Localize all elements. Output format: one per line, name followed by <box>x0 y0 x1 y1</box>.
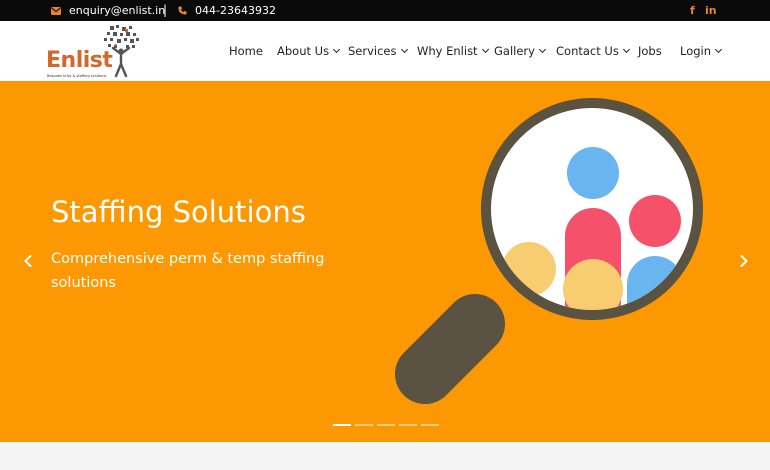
facebook-icon[interactable]: f <box>690 4 695 17</box>
contact-separator: | <box>163 3 168 17</box>
magnifier-people-illustration <box>395 98 703 404</box>
nav-services-label: Services <box>348 44 397 58</box>
chevron-down-icon <box>400 45 408 54</box>
nav-gallery[interactable]: Gallery <box>494 44 547 58</box>
nav-gallery-label: Gallery <box>494 44 535 58</box>
carousel-indicator-5[interactable] <box>421 424 439 426</box>
carousel-indicators <box>333 424 439 426</box>
chevron-down-icon <box>481 45 489 54</box>
envelope-icon <box>51 6 61 15</box>
chevron-left-icon <box>24 255 32 267</box>
carousel-indicator-1[interactable] <box>333 424 351 426</box>
nav-contact-us[interactable]: Contact Us <box>556 44 630 58</box>
nav-about-us-label: About Us <box>277 44 330 58</box>
email-contact[interactable]: enquiry@enlist.in <box>51 4 165 17</box>
nav-home-label: Home <box>229 44 263 58</box>
linkedin-icon[interactable]: in <box>705 4 717 17</box>
nav-services[interactable]: Services <box>348 44 408 58</box>
nav-about-us[interactable]: About Us <box>277 44 341 58</box>
carousel-indicator-3[interactable] <box>377 424 395 426</box>
person-head-blue <box>567 147 619 199</box>
nav-contact-us-label: Contact Us <box>556 44 619 58</box>
below-hero-section <box>0 442 770 470</box>
nav-why-enlist-label: Why Enlist <box>417 44 478 58</box>
chevron-down-icon <box>538 45 547 54</box>
nav-login-label: Login <box>680 44 712 58</box>
person-head-pink <box>629 195 681 247</box>
main-navbar: Enlist Bespoke hr&e & staffing solutions… <box>0 21 770 81</box>
logo-wordmark: Enlist <box>46 48 113 73</box>
nav-home[interactable]: Home <box>229 44 263 58</box>
hero-carousel: Staffing Solutions Comprehensive perm & … <box>0 81 770 442</box>
enlist-logo[interactable]: Enlist Bespoke hr&e & staffing solutions <box>46 24 142 78</box>
carousel-indicator-2[interactable] <box>355 424 373 426</box>
magnifier-handle <box>395 294 505 404</box>
phone-text[interactable]: 044-23643932 <box>195 4 276 17</box>
logo-tagline: Bespoke hr&e & staffing solutions <box>47 74 107 78</box>
carousel-next-button[interactable] <box>736 253 752 269</box>
carousel-prev-button[interactable] <box>20 253 36 269</box>
phone-icon <box>178 6 187 15</box>
hero-title: Staffing Solutions <box>51 195 306 229</box>
chevron-right-icon <box>740 255 748 267</box>
top-contact-bar: enquiry@enlist.in | 044-23643932 f in <box>0 0 770 21</box>
hero-subtitle: Comprehensive perm & temp staffing solut… <box>51 251 325 291</box>
chevron-down-icon <box>714 45 723 54</box>
carousel-indicator-4[interactable] <box>399 424 417 426</box>
email-text[interactable]: enquiry@enlist.in <box>69 4 165 17</box>
nav-jobs[interactable]: Jobs <box>638 44 662 58</box>
chevron-down-icon <box>622 45 630 54</box>
nav-jobs-label: Jobs <box>638 44 662 58</box>
chevron-down-icon <box>333 45 341 54</box>
nav-login[interactable]: Login <box>680 44 723 58</box>
phone-contact[interactable]: 044-23643932 <box>178 4 276 17</box>
nav-why-enlist[interactable]: Why Enlist <box>417 44 489 58</box>
